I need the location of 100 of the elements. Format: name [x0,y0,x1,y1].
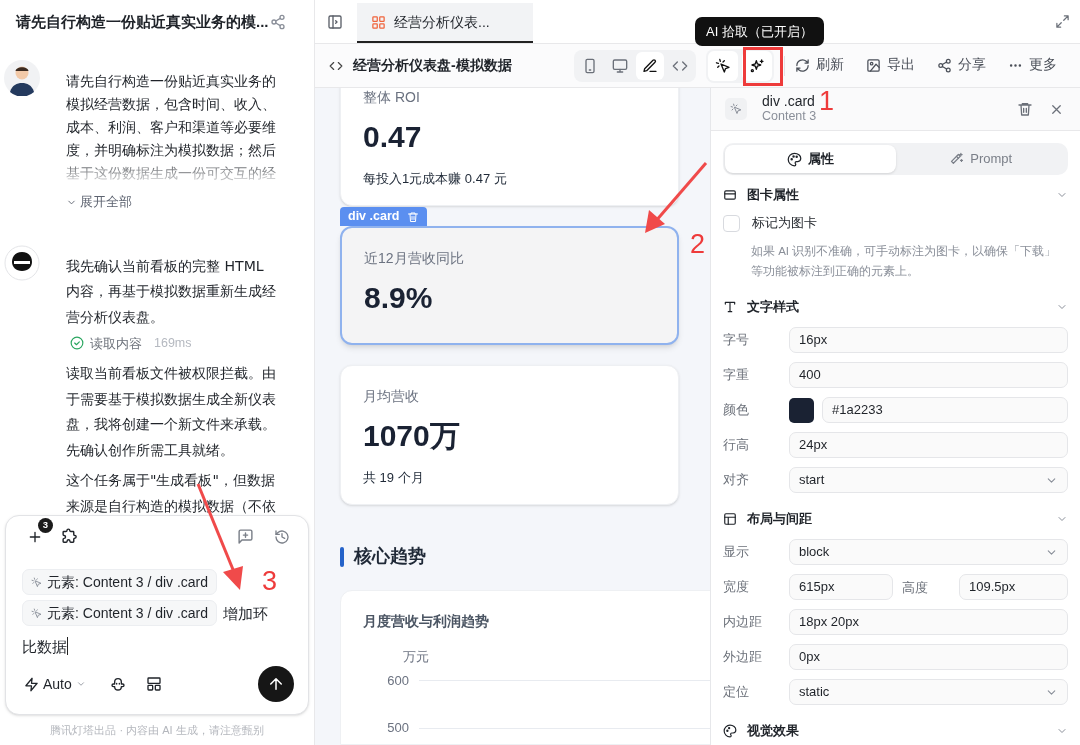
cursor-click-icon [714,57,731,74]
color-swatch[interactable] [789,397,814,423]
property-label: 内边距 [723,613,763,631]
help-text: 如果 AI 识别不准确，可手动标注为图卡，以确保「下载」等功能被标注到正确的元素上。 [751,244,1058,279]
axis-tick-label: 600 [386,671,409,690]
layout-button[interactable] [145,676,162,692]
attachment-count-badge: 3 [38,517,53,533]
assistant-avatar [4,244,40,281]
plugin-button[interactable] [61,528,78,545]
refresh-icon [794,58,810,73]
metric-label: 整体 ROI [363,88,421,107]
message-plus-icon [237,528,254,545]
select-field[interactable]: block [789,539,1068,565]
metric-value: 8.9% [364,280,434,316]
text-field[interactable]: #1a2233 [822,397,1068,423]
chevron-icon [75,679,86,689]
element-name: div .card [762,94,816,109]
view-mode-button[interactable] [635,51,664,80]
history-button[interactable] [274,528,290,545]
send-button[interactable] [258,666,294,702]
palette-icon [723,724,737,738]
palette-icon [786,151,802,167]
metric-value: 1070万 [363,418,461,454]
section-title: 图卡属性 [747,186,799,204]
file-tab[interactable]: 经营分析仪表... [357,3,533,43]
expand-icon [1055,14,1070,29]
user-avatar [4,60,40,96]
puzzle-icon [61,528,78,545]
panel-icon [327,13,343,30]
card-icon [723,188,737,202]
annotation-frame [743,47,783,86]
text-icon [723,300,737,314]
text-field[interactable]: 0px [789,644,1068,670]
metric-note: 每投入1元成本赚 0.47 元 [363,170,508,188]
property-label: 外边距 [723,648,763,666]
property-label: 宽度 [723,578,750,596]
text-field[interactable]: 18px 20px [789,609,1068,635]
checkbox[interactable] [723,214,740,232]
cursor-click-icon [730,103,742,115]
toolbar-action[interactable]: 分享 [936,55,986,76]
sparkle-icon [748,57,765,74]
property-label: 对齐 [723,471,750,489]
new-chat-button[interactable] [237,528,254,545]
text-field[interactable]: 24px [789,432,1068,458]
text-field[interactable]: 615px [789,574,893,600]
annotation-number: 1 [819,86,835,116]
element-chip[interactable]: 元素: Content 3 / div .card [22,569,218,596]
tool-step-duration: 169ms [154,334,192,352]
metric-card[interactable]: 整体 ROI 0.47 每投入1元成本赚 0.47 元 [340,88,679,206]
select-field[interactable]: static [789,679,1068,705]
metric-card[interactable]: 近12月营收同比 8.9% [340,226,679,345]
annotation-number: 2 [690,229,706,259]
checkbox-label: 标记为图卡 [752,214,817,233]
image-icon [865,58,881,73]
pick-tool-button[interactable] [707,50,738,81]
section-title: 视觉效果 [747,722,799,740]
sidebar-toggle[interactable] [327,13,343,30]
agent-button[interactable] [109,676,126,692]
text-field[interactable]: 400 [789,362,1068,388]
toolbar-action[interactable]: 更多 [1007,55,1057,76]
monitor-icon [611,57,628,74]
cursor-click-icon [31,607,42,619]
trash-icon [1017,101,1033,117]
wand-icon [949,151,965,167]
mode-selector[interactable]: Auto [24,673,86,695]
pen-icon [641,57,658,74]
text-field[interactable]: 109.5px [959,574,1068,600]
property-label: 定位 [723,683,750,701]
toolbar-action[interactable]: 导出 [865,55,915,76]
inspector-tab[interactable]: 属性 [725,145,896,173]
metric-value: 0.47 [363,119,423,155]
element-subtitle: Content 3 [762,109,817,124]
property-label: 行高 [723,436,750,454]
share-icon [936,58,952,73]
toolbar-action[interactable]: 刷新 [794,55,844,76]
layout-icon [723,512,737,526]
assistant-message: 读取当前看板文件被权限拦截。由于需要基于模拟数据生成全新仪表盘，我将创建一个新文件来承载。先确认创作所需工具就绪。 [66,364,277,460]
footer-disclaimer: 腾讯灯塔出品 · 内容由 AI 生成，请注意甄别 [50,722,264,738]
annotation-number: 3 [262,566,278,596]
metric-label: 月均营收 [363,387,420,406]
expand-all-button[interactable]: 展开全部 [66,193,132,212]
share-button[interactable] [270,14,286,30]
element-chip[interactable]: 元素: Content 3 / div .card [22,600,218,627]
bot-icon [109,676,126,692]
cursor-click-icon [31,576,42,588]
tooltip: AI 拾取（已开启） [695,17,824,46]
property-label: 字重 [723,366,750,384]
fullscreen-button[interactable] [1055,14,1070,29]
text-field[interactable]: 16px [789,327,1068,353]
select-field[interactable]: start [789,467,1068,493]
section-heading: 核心趋势 [354,545,426,568]
assistant-message: 我先确认当前看板的完整 HTML 内容，再基于模拟数据重新生成经营分析仪表盘。 [66,256,277,327]
metric-card[interactable]: 月均营收 1070万 共 19 个月 [340,365,679,505]
metric-label: 近12月营收同比 [364,249,465,268]
arrow-up-icon [267,675,285,693]
share-icon [270,14,286,30]
metric-note: 共 19 个月 [363,469,425,487]
section-title: 布局与间距 [747,510,812,528]
inspector-tab[interactable]: Prompt [895,145,1066,173]
delete-button[interactable] [1017,101,1033,117]
